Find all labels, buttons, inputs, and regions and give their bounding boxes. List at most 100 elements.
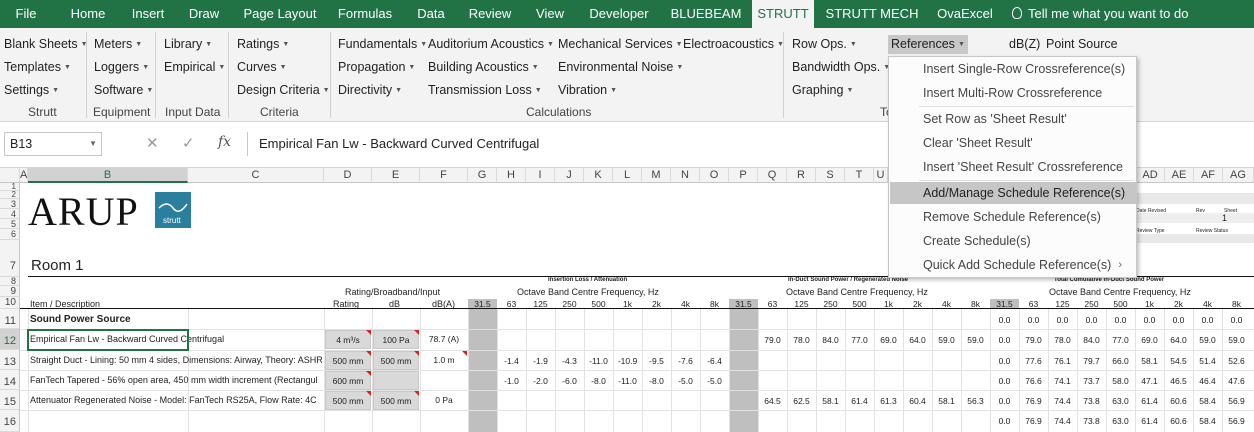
column-header[interactable]: S [816, 168, 845, 183]
chevron-down-icon[interactable]: ▼ [89, 133, 97, 155]
total-value[interactable]: 46.4 [1193, 376, 1222, 386]
insert-function-icon[interactable]: fx [218, 134, 231, 150]
tab-bluebeam[interactable]: BLUEBEAM [664, 0, 748, 28]
il-value[interactable]: -5.0 [671, 376, 700, 386]
total-value[interactable]: 0.0 [1164, 315, 1193, 325]
building-acoustics-button[interactable]: Building Acoustics ▼ [428, 58, 539, 77]
total-value[interactable]: 61.4 [1135, 396, 1164, 406]
menu-item-insert-multi-row-crossreference[interactable]: Insert Multi-Row Crossreference [890, 82, 1136, 104]
input-db-cell[interactable]: 500 mm [373, 391, 419, 410]
menu-item-insert-sheet-result-crossreference[interactable]: Insert 'Sheet Result' Crossreference [890, 156, 1136, 178]
pwr-value[interactable]: 69.0 [874, 335, 903, 345]
pwr-value[interactable]: 84.0 [816, 335, 845, 345]
mechanical-services-button[interactable]: Mechanical Services ▼ [558, 35, 683, 54]
pwr-value[interactable]: 58.1 [932, 396, 961, 406]
menu-item-quick-add-schedule-references[interactable]: Quick Add Schedule Reference(s) › [890, 254, 1136, 276]
row-header[interactable]: 14 [0, 370, 20, 390]
blank-sheets-button[interactable]: Blank Sheets ▼ [4, 35, 88, 54]
pwr-value[interactable]: 64.5 [758, 396, 787, 406]
total-value[interactable]: 0.0 [990, 396, 1019, 406]
vibration-button[interactable]: Vibration ▼ [558, 81, 617, 100]
dbz-button[interactable]: dB(Z) [1009, 35, 1040, 53]
empirical-button[interactable]: Empirical ▼ [164, 58, 225, 77]
total-value[interactable]: 46.5 [1164, 376, 1193, 386]
cancel-icon[interactable]: ✕ [146, 134, 159, 152]
point-source-button[interactable]: Point Source [1046, 35, 1118, 53]
total-value[interactable]: 59.0 [1222, 335, 1251, 345]
total-value[interactable]: 54.5 [1164, 356, 1193, 366]
pwr-value[interactable]: 58.1 [816, 396, 845, 406]
name-box[interactable]: B13 ▼ [4, 132, 102, 156]
total-value[interactable]: 58.4 [1193, 416, 1222, 426]
total-value[interactable]: 60.6 [1164, 396, 1193, 406]
input-dba-cell[interactable]: 78.7 (A) [421, 330, 467, 349]
templates-button[interactable]: Templates ▼ [4, 58, 71, 77]
il-value[interactable]: -1.4 [497, 356, 526, 366]
row-header[interactable]: 8 [0, 277, 20, 286]
row-header[interactable]: 6 [0, 229, 20, 240]
pwr-value[interactable]: 61.4 [845, 396, 874, 406]
total-value[interactable]: 0.0 [1193, 315, 1222, 325]
bandwidth-ops-button[interactable]: Bandwidth Ops. ▼ [792, 58, 890, 77]
column-header[interactable]: C [188, 168, 324, 183]
column-header[interactable]: B [28, 168, 188, 183]
column-header[interactable]: G [468, 168, 497, 183]
total-value[interactable]: 69.0 [1135, 335, 1164, 345]
column-header[interactable]: J [555, 168, 584, 183]
il-value[interactable]: -6.4 [700, 356, 729, 366]
row-header[interactable]: 7 [0, 240, 20, 277]
il-value[interactable]: -1.9 [526, 356, 555, 366]
il-value[interactable]: -8.0 [642, 376, 671, 386]
il-value[interactable]: -5.0 [700, 376, 729, 386]
total-value[interactable]: 58.1 [1135, 356, 1164, 366]
il-value[interactable]: -4.3 [555, 356, 584, 366]
total-value[interactable]: 76.9 [1019, 416, 1048, 426]
total-value[interactable]: 66.0 [1106, 356, 1135, 366]
meters-button[interactable]: Meters ▼ [94, 35, 142, 54]
input-rating-cell[interactable]: 4 m³/s [325, 330, 371, 349]
menu-item-remove-schedule-references[interactable]: Remove Schedule Reference(s) [890, 206, 1136, 228]
column-header[interactable]: Q [758, 168, 787, 183]
total-value[interactable]: 0.0 [990, 335, 1019, 345]
column-header[interactable]: U [874, 168, 888, 183]
tab-file[interactable]: File [0, 0, 52, 28]
total-value[interactable]: 59.0 [1193, 335, 1222, 345]
column-header[interactable]: T [845, 168, 874, 183]
column-header[interactable]: I [526, 168, 555, 183]
total-value[interactable]: 74.1 [1048, 376, 1077, 386]
total-value[interactable]: 79.7 [1077, 356, 1106, 366]
il-value[interactable]: -6.0 [555, 376, 584, 386]
total-value[interactable]: 0.0 [990, 376, 1019, 386]
pwr-value[interactable]: 56.3 [961, 396, 990, 406]
total-value[interactable]: 0.0 [1222, 315, 1251, 325]
total-value[interactable]: 0.0 [1019, 315, 1048, 325]
tell-me-search[interactable]: Tell me what you want to do [1012, 0, 1192, 28]
tab-insert[interactable]: Insert [124, 0, 172, 28]
total-value[interactable]: 74.4 [1048, 416, 1077, 426]
input-rating-cell[interactable]: 500 mm [325, 391, 371, 410]
total-value[interactable]: 0.0 [1106, 315, 1135, 325]
row-header[interactable]: 13 [0, 350, 20, 370]
row-description[interactable]: FanTech Tapered - 56% open area, 450 mm … [30, 375, 322, 385]
il-value[interactable]: -9.5 [642, 356, 671, 366]
il-value[interactable]: -11.0 [584, 356, 613, 366]
enter-check-icon[interactable]: ✓ [182, 134, 195, 152]
il-value[interactable]: -7.6 [671, 356, 700, 366]
tab-developer[interactable]: Developer [582, 0, 656, 28]
design-criteria-button[interactable]: Design Criteria ▼ [237, 81, 330, 100]
row-header[interactable]: 10 [0, 297, 20, 309]
menu-item-create-schedules[interactable]: Create Schedule(s) [890, 230, 1136, 252]
total-value[interactable]: 63.0 [1106, 396, 1135, 406]
software-button[interactable]: Software ▼ [94, 81, 153, 100]
row-description[interactable]: Sound Power Source [30, 314, 322, 325]
total-value[interactable]: 64.0 [1164, 335, 1193, 345]
total-value[interactable]: 74.4 [1048, 396, 1077, 406]
total-value[interactable]: 0.0 [990, 416, 1019, 426]
total-value[interactable]: 0.0 [1077, 315, 1106, 325]
column-header[interactable]: F [420, 168, 468, 183]
row-header[interactable]: 11 [0, 309, 20, 329]
library-button[interactable]: Library ▼ [164, 35, 212, 54]
pwr-value[interactable]: 79.0 [758, 335, 787, 345]
select-all-corner[interactable] [0, 168, 20, 183]
transmission-loss-button[interactable]: Transmission Loss ▼ [428, 81, 542, 100]
